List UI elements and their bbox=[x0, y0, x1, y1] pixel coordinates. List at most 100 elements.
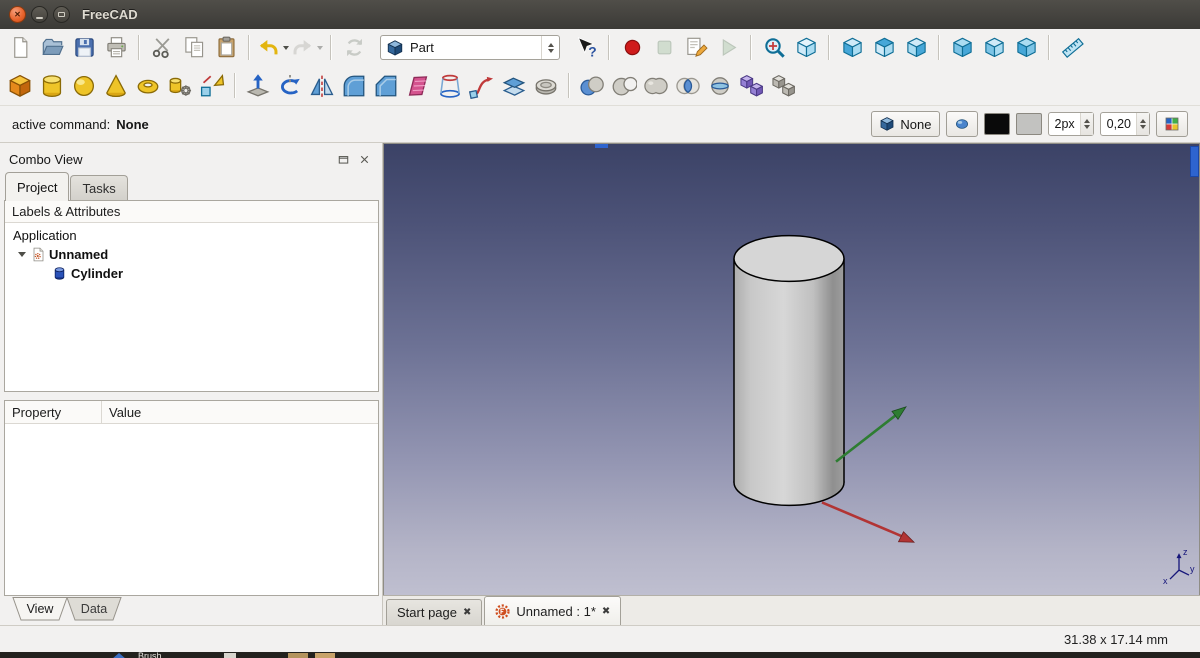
close-tab-icon[interactable] bbox=[463, 607, 471, 618]
whats-this-button[interactable]: ? bbox=[570, 32, 602, 64]
selection-appearance-button[interactable]: None bbox=[871, 111, 939, 137]
toolbar-separator bbox=[568, 73, 570, 98]
spin-down-icon[interactable] bbox=[548, 49, 554, 53]
spin-up-icon[interactable] bbox=[1140, 119, 1146, 123]
ruled-surface-button[interactable] bbox=[402, 70, 434, 102]
tree-item-application[interactable]: Application bbox=[5, 226, 378, 245]
spin-down-icon[interactable] bbox=[1084, 125, 1090, 129]
spinner-arrows-icon[interactable] bbox=[1136, 113, 1149, 135]
panel-splitter[interactable] bbox=[4, 392, 379, 400]
scrollbar-vertical-thumb[interactable] bbox=[1190, 146, 1199, 177]
float-window-icon bbox=[337, 153, 353, 166]
open-document-button[interactable] bbox=[36, 32, 68, 64]
window-minimize-button[interactable] bbox=[31, 6, 48, 23]
cylinder-shape[interactable] bbox=[734, 236, 844, 506]
view-front-button[interactable] bbox=[836, 32, 868, 64]
part-sphere-button[interactable] bbox=[68, 70, 100, 102]
part-box-button[interactable] bbox=[4, 70, 36, 102]
property-column-header[interactable]: Property bbox=[5, 401, 102, 423]
tree-item-cylinder[interactable]: Cylinder bbox=[5, 264, 378, 283]
save-icon bbox=[73, 36, 96, 59]
macro-record-button[interactable] bbox=[616, 32, 648, 64]
save-document-button[interactable] bbox=[68, 32, 100, 64]
combo-spinner-icon[interactable] bbox=[541, 36, 554, 59]
3d-viewport[interactable]: z y x bbox=[383, 143, 1200, 595]
refresh-icon bbox=[343, 36, 366, 59]
part-cylinder-button[interactable] bbox=[36, 70, 68, 102]
paste-button[interactable] bbox=[210, 32, 242, 64]
loft-button[interactable] bbox=[434, 70, 466, 102]
new-document-button[interactable] bbox=[4, 32, 36, 64]
part-torus-button[interactable] bbox=[132, 70, 164, 102]
dock-float-button[interactable] bbox=[337, 151, 353, 167]
view-axonometric-button[interactable] bbox=[790, 32, 822, 64]
fit-all-button[interactable] bbox=[758, 32, 790, 64]
copy-button[interactable] bbox=[178, 32, 210, 64]
boolean-intersection-button[interactable] bbox=[672, 70, 704, 102]
loft-icon bbox=[437, 73, 463, 99]
compound-tools-button[interactable] bbox=[768, 70, 800, 102]
fillet-button[interactable] bbox=[338, 70, 370, 102]
close-tab-icon[interactable] bbox=[602, 606, 610, 617]
workbench-selector[interactable]: Part bbox=[380, 35, 560, 60]
transparency-spinner[interactable]: 0,20 bbox=[1100, 112, 1150, 136]
macro-edit-button[interactable] bbox=[680, 32, 712, 64]
view-left-button[interactable] bbox=[1010, 32, 1042, 64]
extrude-button[interactable] bbox=[242, 70, 274, 102]
measure-linear-button[interactable] bbox=[1056, 32, 1088, 64]
sweep-button[interactable] bbox=[466, 70, 498, 102]
line-color-swatch[interactable] bbox=[984, 113, 1010, 135]
compound-button[interactable] bbox=[736, 70, 768, 102]
chamfer-button[interactable] bbox=[370, 70, 402, 102]
view-top-button[interactable] bbox=[868, 32, 900, 64]
spin-up-icon[interactable] bbox=[1084, 119, 1090, 123]
combo-view-panel: Combo View Project Tasks Labels & Attrib… bbox=[0, 143, 383, 625]
thickness-button[interactable] bbox=[530, 70, 562, 102]
expander-icon[interactable] bbox=[18, 252, 26, 257]
tab-project[interactable]: Project bbox=[5, 172, 69, 201]
spin-up-icon[interactable] bbox=[548, 43, 554, 47]
view-rear-button[interactable] bbox=[946, 32, 978, 64]
line-width-spinner[interactable]: 2px bbox=[1048, 112, 1094, 136]
print-icon bbox=[105, 36, 128, 59]
print-document-button[interactable] bbox=[100, 32, 132, 64]
tab-start-page[interactable]: Start page bbox=[386, 599, 482, 625]
boolean-cut-button[interactable] bbox=[608, 70, 640, 102]
tree-item-unnamed[interactable]: Unnamed bbox=[5, 245, 378, 264]
value-column-header[interactable]: Value bbox=[102, 401, 378, 423]
workbench-part-icon bbox=[386, 39, 404, 57]
tab-unnamed-document[interactable]: Unnamed : 1* bbox=[484, 596, 621, 625]
dock-close-button[interactable] bbox=[358, 151, 374, 167]
spinner-arrows-icon[interactable] bbox=[1080, 113, 1093, 135]
draw-style-button[interactable] bbox=[946, 111, 978, 137]
mirror-button[interactable] bbox=[306, 70, 338, 102]
draw-style-icon bbox=[954, 116, 970, 132]
toolbar-separator bbox=[1048, 35, 1050, 60]
window-maximize-button[interactable] bbox=[53, 6, 70, 23]
boolean-button[interactable] bbox=[576, 70, 608, 102]
face-color-swatch[interactable] bbox=[1016, 113, 1042, 135]
boolean-union-button[interactable] bbox=[640, 70, 672, 102]
part-cone-button[interactable] bbox=[100, 70, 132, 102]
spin-down-icon[interactable] bbox=[1140, 125, 1146, 129]
view-bottom-button[interactable] bbox=[978, 32, 1010, 64]
navigation-axes-indicator: z y x bbox=[1163, 547, 1195, 586]
scrollbar-horizontal-thumb[interactable] bbox=[595, 144, 608, 148]
offset-button[interactable] bbox=[498, 70, 530, 102]
undo-icon bbox=[257, 36, 280, 59]
cut-button[interactable] bbox=[146, 32, 178, 64]
revolve-button[interactable] bbox=[274, 70, 306, 102]
section-button[interactable] bbox=[704, 70, 736, 102]
freecad-window: FreeCAD Part ? active command: None None… bbox=[0, 0, 1200, 658]
bool-common-icon bbox=[675, 73, 701, 99]
view-right-button[interactable] bbox=[900, 32, 932, 64]
shape-builder-button[interactable] bbox=[196, 70, 228, 102]
color-per-face-button[interactable] bbox=[1156, 111, 1188, 137]
toolbar-separator bbox=[828, 35, 830, 60]
mirror-icon bbox=[309, 73, 335, 99]
thickness-icon bbox=[533, 73, 559, 99]
window-close-button[interactable] bbox=[9, 6, 26, 23]
undo-button[interactable] bbox=[256, 32, 290, 64]
part-primitives-button[interactable] bbox=[164, 70, 196, 102]
tab-tasks[interactable]: Tasks bbox=[70, 175, 127, 200]
